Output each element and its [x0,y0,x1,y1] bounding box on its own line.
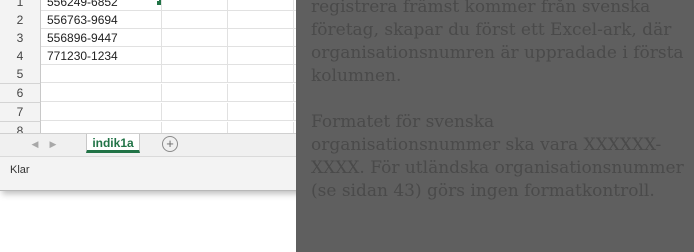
status-text: Klar [10,164,30,176]
cell-c2[interactable] [228,11,294,29]
cell-c4[interactable] [228,47,294,65]
row-header[interactable]: 4 [0,47,41,66]
cell-b2[interactable] [162,11,228,29]
row-header[interactable]: 3 [0,29,41,48]
row-header[interactable]: 8 [0,122,41,133]
cell-a2[interactable]: 556763-9694 [41,11,162,29]
document-paragraph: registrera främst kommer från svenska fö… [311,0,684,86]
cell-c3[interactable] [228,29,294,47]
row-header[interactable]: 2 [0,11,41,30]
cell-b5[interactable] [162,65,228,83]
document-text: registrera främst kommer från svenska fö… [311,0,687,226]
cell-c6[interactable] [228,84,294,102]
cell-a5[interactable] [41,65,162,83]
sheet-tab-indik1a[interactable]: indik1a [86,134,140,153]
document-paragraph: Formatet för svenska organisationsnummer… [311,112,684,201]
cell-a3[interactable]: 556896-9447 [41,29,162,47]
cell-b6[interactable] [162,84,228,102]
cell-b3[interactable] [162,29,228,47]
cell-a8[interactable] [41,122,162,133]
cell-b1[interactable] [162,0,228,11]
cell-b7[interactable] [162,103,228,121]
chevron-left-icon[interactable]: ◀ [28,137,42,151]
row-header[interactable]: 5 [0,65,41,84]
document-overlay: registrera främst kommer från svenska fö… [296,0,694,252]
cell-b8[interactable] [162,122,228,133]
cell-c8[interactable] [228,122,294,133]
row-header[interactable]: 7 [0,103,41,122]
cell-c1[interactable] [228,0,294,11]
cell-c5[interactable] [228,65,294,83]
cell-b4[interactable] [162,47,228,65]
row-header[interactable]: 6 [0,84,41,103]
cell-a4[interactable]: 771230-1234 [41,47,162,65]
cell-c7[interactable] [228,103,294,121]
cell-a1[interactable]: 556249-6852 [41,0,162,11]
plus-circle-icon[interactable]: + [162,136,178,152]
chevron-right-icon[interactable]: ▶ [46,137,60,151]
cell-a7[interactable] [41,103,162,121]
cell-a6[interactable] [41,84,162,102]
fill-handle[interactable] [157,1,161,5]
